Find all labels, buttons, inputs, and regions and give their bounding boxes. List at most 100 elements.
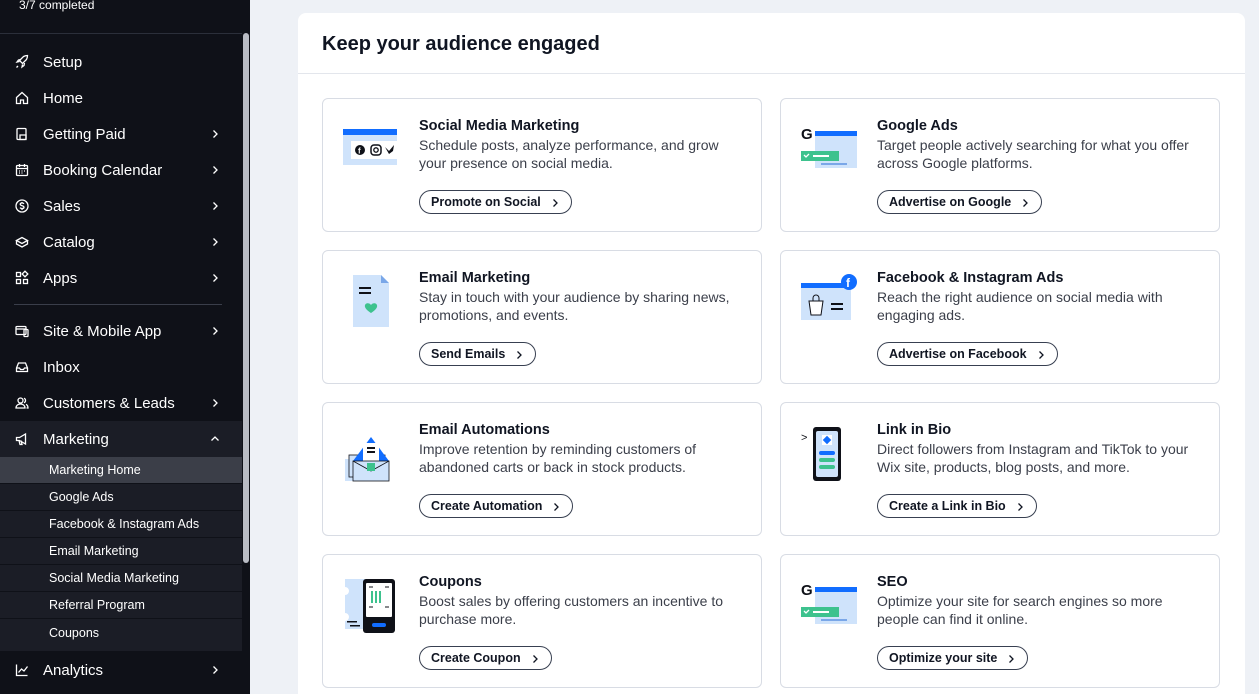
card-link-in-bio: > Link in Bio Direct followers from Inst… — [780, 402, 1220, 536]
svg-text:G: G — [801, 582, 813, 599]
home-icon — [14, 90, 30, 106]
sidebar-item-site-mobile-app[interactable]: Site & Mobile App — [0, 313, 242, 349]
seo-illustration-icon: G — [799, 577, 863, 637]
sidebar-item-label: Sales — [43, 197, 81, 215]
sub-item-referral-program[interactable]: Referral Program — [0, 592, 242, 618]
customers-icon — [14, 395, 30, 411]
sidebar-scroll-thumb[interactable] — [243, 33, 249, 563]
sidebar-item-label: Setup — [43, 53, 83, 71]
sidebar-item-customers-leads[interactable]: Customers & Leads — [0, 385, 242, 421]
sidebar-item-label: Booking Calendar — [43, 161, 163, 179]
chevron-right-icon — [210, 129, 220, 139]
email-marketing-illustration-icon — [341, 273, 405, 333]
sub-item-social-media-marketing[interactable]: Social Media Marketing — [0, 565, 242, 591]
chevron-up-icon — [210, 434, 220, 444]
social-media-illustration-icon: f — [341, 121, 405, 181]
chevron-right-icon — [210, 273, 220, 283]
svg-text:G: G — [801, 126, 813, 143]
sub-item-label: Facebook & Instagram Ads — [49, 517, 200, 531]
sidebar-item-setup[interactable]: Setup — [0, 44, 242, 80]
sidebar-item-booking-calendar[interactable]: Booking Calendar — [0, 152, 242, 188]
sidebar-item-analytics[interactable]: Analytics — [0, 652, 242, 688]
sidebar-item-label: Apps — [43, 269, 78, 287]
card-google-ads: G Google Ads Target people actively sear… — [780, 98, 1220, 232]
getting-paid-icon — [14, 126, 30, 142]
card-description: Reach the right audience on social media… — [877, 289, 1163, 323]
create-coupon-button[interactable]: Create Coupon — [419, 646, 552, 670]
button-label: Promote on Social — [431, 195, 541, 209]
chevron-right-icon — [210, 326, 220, 336]
card-title: Facebook & Instagram Ads — [877, 270, 1064, 286]
divider — [298, 73, 1245, 74]
sidebar-item-label: Catalog — [43, 233, 95, 251]
chevron-right-icon — [210, 665, 220, 675]
svg-text:f: f — [358, 147, 361, 156]
sidebar-item-sales[interactable]: Sales — [0, 188, 242, 224]
coupon-illustration-icon — [341, 577, 405, 637]
card-description: Direct followers from Instagram and TikT… — [877, 441, 1189, 475]
progress-text: 3/7 completed — [19, 0, 95, 12]
sub-item-label: Email Marketing — [49, 544, 139, 558]
sub-item-label: Social Media Marketing — [49, 571, 179, 585]
setup-progress[interactable]: 3/7 completed — [0, 0, 250, 20]
sub-item-facebook-instagram-ads[interactable]: Facebook & Instagram Ads — [0, 511, 242, 537]
svg-text:>: > — [801, 432, 807, 444]
sidebar-item-label: Customers & Leads — [43, 394, 175, 412]
sidebar-item-marketing[interactable]: Marketing — [0, 421, 242, 457]
card-social-media-marketing: f Social Media Marketing Schedule posts,… — [322, 98, 762, 232]
sub-item-google-ads[interactable]: Google Ads — [0, 484, 242, 510]
chevron-right-icon — [1006, 653, 1016, 663]
sub-item-label: Google Ads — [49, 490, 114, 504]
facebook-ads-illustration-icon: f — [799, 273, 863, 333]
chevron-right-icon — [210, 165, 220, 175]
optimize-your-site-button[interactable]: Optimize your site — [877, 646, 1029, 670]
sub-item-email-marketing[interactable]: Email Marketing — [0, 538, 242, 564]
card-title: Google Ads — [877, 118, 958, 134]
link-in-bio-illustration-icon: > — [799, 425, 863, 485]
apps-icon — [14, 270, 30, 286]
create-automation-button[interactable]: Create Automation — [419, 494, 574, 518]
send-emails-button[interactable]: Send Emails — [419, 342, 537, 366]
sidebar-item-apps[interactable]: Apps — [0, 260, 242, 296]
advertise-on-facebook-button[interactable]: Advertise on Facebook — [877, 342, 1058, 366]
card-seo: G SEO Optimize your site for search engi… — [780, 554, 1220, 688]
button-label: Advertise on Facebook — [889, 347, 1027, 361]
promote-on-social-button[interactable]: Promote on Social — [419, 190, 572, 214]
card-description: Boost sales by offering customers an inc… — [419, 593, 724, 627]
sidebar-item-inbox[interactable]: Inbox — [0, 349, 242, 385]
site-icon — [14, 323, 30, 339]
button-label: Optimize your site — [889, 651, 998, 665]
chevron-right-icon — [210, 398, 220, 408]
card-facebook-instagram-ads: f Facebook & Instagram Ads Reach the rig… — [780, 250, 1220, 384]
divider — [0, 33, 250, 34]
button-label: Create Automation — [431, 499, 543, 513]
rocket-icon — [14, 54, 30, 70]
inbox-icon — [14, 359, 30, 375]
card-email-marketing: Email Marketing Stay in touch with your … — [322, 250, 762, 384]
advertise-on-google-button[interactable]: Advertise on Google — [877, 190, 1043, 214]
card-description: Target people actively searching for wha… — [877, 137, 1189, 171]
sub-item-marketing-home[interactable]: Marketing Home — [0, 457, 242, 483]
card-title: SEO — [877, 574, 908, 590]
card-coupons: Coupons Boost sales by offering customer… — [322, 554, 762, 688]
audience-panel: Keep your audience engaged f Social Medi… — [298, 13, 1245, 694]
sidebar-item-label: Getting Paid — [43, 125, 126, 143]
button-label: Create a Link in Bio — [889, 499, 1006, 513]
create-link-in-bio-button[interactable]: Create a Link in Bio — [877, 494, 1037, 518]
chevron-right-icon — [530, 653, 540, 663]
card-description: Schedule posts, analyze performance, and… — [419, 137, 719, 171]
dollar-icon — [14, 198, 30, 214]
sidebar-item-home[interactable]: Home — [0, 80, 242, 116]
button-label: Send Emails — [431, 347, 506, 361]
email-automation-illustration-icon — [341, 425, 405, 485]
button-label: Advertise on Google — [889, 195, 1012, 209]
card-title: Link in Bio — [877, 422, 952, 438]
megaphone-icon — [14, 431, 30, 447]
sidebar-item-label: Marketing — [43, 430, 109, 448]
sub-item-label: Coupons — [49, 626, 100, 640]
sidebar: 3/7 completed Setup Home Getting Paid Bo… — [0, 0, 250, 694]
sidebar-item-catalog[interactable]: Catalog — [0, 224, 242, 260]
sidebar-item-getting-paid[interactable]: Getting Paid — [0, 116, 242, 152]
sub-item-coupons[interactable]: Coupons — [0, 619, 242, 651]
sidebar-separator — [14, 304, 222, 305]
